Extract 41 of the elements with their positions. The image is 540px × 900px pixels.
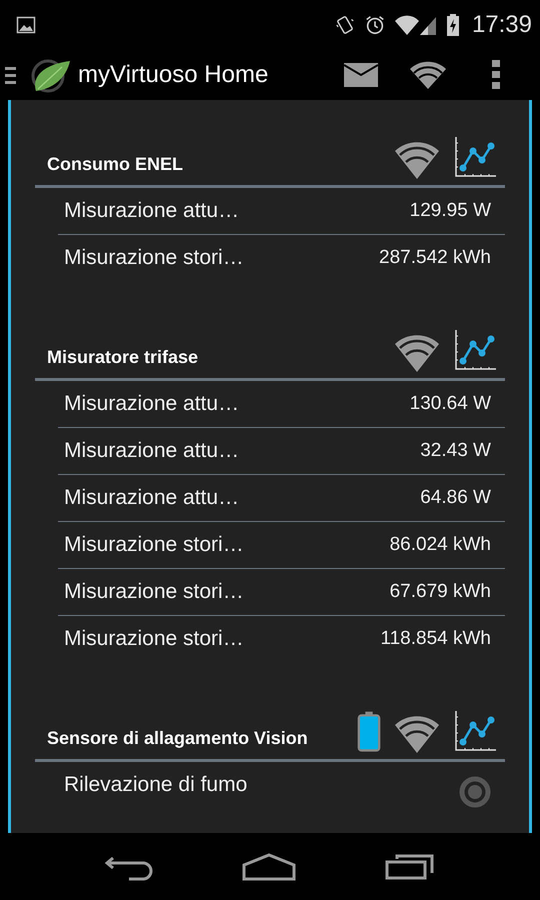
- picture-icon: [16, 15, 36, 35]
- measurement-label: Misurazione attu…: [64, 392, 240, 416]
- alarm-icon: [364, 14, 386, 36]
- status-indicator-icon: [459, 776, 491, 808]
- measurement-label: Rilevazione di fumo: [64, 773, 248, 797]
- wifi-icon[interactable]: [395, 139, 439, 179]
- clock-time: 17:39: [472, 11, 532, 39]
- app-logo-icon[interactable]: [4, 57, 72, 93]
- section-title: Sensore di allagamento Vision: [46, 728, 308, 750]
- line-chart-icon[interactable]: [453, 709, 497, 753]
- measurement-value: 67.679 kWh: [390, 581, 491, 603]
- wifi-icon[interactable]: [395, 332, 439, 372]
- measurement-label: Misurazione attu…: [64, 199, 240, 223]
- section-title: Consumo ENEL: [46, 154, 184, 176]
- measurement-value: 32.43 W: [420, 440, 491, 462]
- wifi-icon[interactable]: [395, 713, 439, 753]
- measurement-value: 287.542 kWh: [379, 247, 491, 269]
- line-chart-icon[interactable]: [453, 328, 497, 372]
- measurement-label: Misurazione attu…: [64, 486, 240, 510]
- battery-icon: [357, 711, 381, 753]
- measurement-value: 64.86 W: [420, 487, 491, 509]
- measurement-label: Misurazione stori…: [64, 246, 244, 270]
- mail-icon[interactable]: [344, 62, 378, 88]
- signal-icon: [394, 13, 438, 37]
- battery-charging-icon: [446, 13, 460, 37]
- line-chart-icon[interactable]: [453, 135, 497, 179]
- measurement-label: Misurazione stori…: [64, 533, 244, 557]
- home-icon[interactable]: [242, 852, 296, 880]
- app-title: myVirtuoso Home: [78, 61, 270, 89]
- section-title: Misuratore trifase: [46, 347, 198, 369]
- wifi-icon[interactable]: [410, 61, 446, 89]
- measurement-label: Misurazione stori…: [64, 627, 244, 651]
- overflow-menu-icon[interactable]: [492, 60, 500, 90]
- measurement-value: 129.95 W: [410, 200, 491, 222]
- vibrate-icon: [334, 14, 356, 36]
- measurement-label: Misurazione attu…: [64, 439, 240, 463]
- measurement-label: Misurazione stori…: [64, 580, 244, 604]
- recent-apps-icon[interactable]: [385, 852, 436, 880]
- measurement-value: 86.024 kWh: [390, 534, 491, 556]
- measurement-value: 118.854 kWh: [380, 628, 491, 650]
- measurement-value: 130.64 W: [410, 393, 491, 415]
